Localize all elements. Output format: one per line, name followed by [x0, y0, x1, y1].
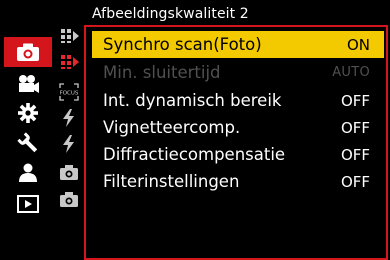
menu-item-filter-settings[interactable]: Filterinstellingen OFF: [92, 168, 384, 195]
focus-icon-label: FOCUS: [60, 91, 79, 97]
menu-item-value: AUTO: [332, 65, 370, 80]
setup-wrench-icon: [17, 132, 38, 153]
rail-item-custom[interactable]: [4, 99, 52, 127]
menu-item-label: Filterinstellingen: [103, 172, 240, 191]
playback-icon: [17, 195, 39, 213]
flash-icon: [63, 109, 74, 127]
subtab-camera-others-2[interactable]: [56, 187, 82, 211]
subtab-image-quality-1[interactable]: [56, 24, 82, 48]
menu-item-value: OFF: [340, 91, 370, 110]
image-quality-1-icon: [61, 29, 79, 43]
video-mode-icon: [19, 75, 39, 93]
subtab-flash-2[interactable]: [56, 132, 82, 156]
menu-item-label: Min. sluitertijd: [103, 63, 221, 82]
menu-item-label: Synchro scan(Foto): [103, 35, 262, 54]
menu-item-label: Vignetteercomp.: [103, 118, 241, 137]
rail-item-playback[interactable]: [4, 190, 52, 218]
rail-item-video[interactable]: [4, 70, 52, 98]
photo-mode-icon: [17, 43, 39, 61]
image-quality-2-icon: [61, 55, 79, 69]
menu-item-value: ON: [346, 35, 370, 54]
menu-item-dynamic-range[interactable]: Int. dynamisch bereik OFF: [92, 87, 384, 114]
menu-item-value: OFF: [340, 118, 370, 137]
camera-menu-screen: FOCUS Afbeeldingskwaliteit 2 Synchro sca…: [0, 0, 390, 260]
menu-item-min-shutter: Min. sluitertijd AUTO: [92, 59, 384, 86]
menu-item-label: Int. dynamisch bereik: [103, 91, 282, 110]
menu-item-value: OFF: [340, 145, 370, 164]
flash-2-icon: [63, 135, 74, 153]
menu-item-label: Diffractiecompensatie: [103, 145, 286, 164]
focus-icon: FOCUS: [59, 83, 79, 101]
subtab-image-quality-2[interactable]: [56, 50, 82, 74]
camera-others-2-icon: [60, 192, 78, 207]
my-menu-person-icon: [19, 163, 37, 182]
menu-item-vignetting[interactable]: Vignetteercomp. OFF: [92, 114, 384, 141]
camera-others-1-icon: [60, 165, 78, 180]
rail-item-my-menu[interactable]: [4, 159, 52, 187]
rail-item-setup[interactable]: [4, 129, 52, 157]
custom-settings-icon: [18, 103, 38, 123]
subtab-camera-others-1[interactable]: [56, 160, 82, 184]
menu-item-value: OFF: [340, 172, 370, 191]
menu-item-diffraction[interactable]: Diffractiecompensatie OFF: [92, 141, 384, 168]
subtab-flash[interactable]: [56, 106, 82, 130]
page-title: Afbeeldingskwaliteit 2: [92, 6, 249, 22]
subtab-focus[interactable]: FOCUS: [56, 80, 82, 104]
rail-item-photo[interactable]: [4, 37, 52, 67]
menu-item-synchro-scan[interactable]: Synchro scan(Foto) ON: [92, 31, 384, 58]
